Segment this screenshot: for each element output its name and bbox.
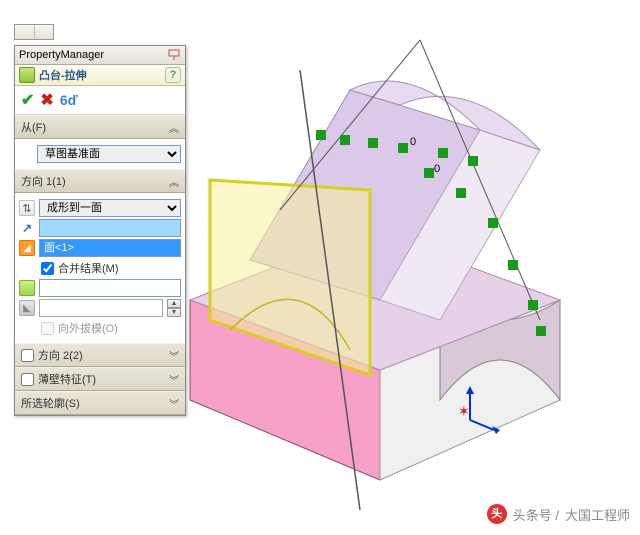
watermark-author: 大国工程师 xyxy=(565,505,630,524)
draft-angle-input[interactable] xyxy=(39,299,163,317)
svg-text:✶: ✶ xyxy=(458,403,470,419)
section-dir2-header[interactable]: 方向 2(2) ︾ xyxy=(15,343,185,367)
dir2-enable-checkbox[interactable] xyxy=(21,349,34,362)
chevron-down-icon: ︾ xyxy=(169,396,179,411)
feature-scope-icon[interactable] xyxy=(19,280,35,296)
section-dir1-header[interactable]: 方向 1(1) ︽ xyxy=(15,169,185,193)
watermark: 头 头条号 / 大国工程师 xyxy=(487,504,630,524)
section-thin-header[interactable]: 薄壁特征(T) ︾ xyxy=(15,367,185,391)
chevron-up-icon: ︽ xyxy=(169,120,179,135)
thin-enable-checkbox[interactable] xyxy=(21,373,34,386)
section-contours-header[interactable]: 所选轮廓(S) ︾ xyxy=(15,391,185,415)
pin-icon[interactable] xyxy=(167,48,181,62)
direction-reference-box[interactable] xyxy=(39,219,181,237)
reverse-direction-button[interactable] xyxy=(19,200,35,216)
section-from-header[interactable]: 从(F) ︽ xyxy=(15,115,185,139)
section-dir1-label: 方向 1(1) xyxy=(21,173,66,189)
feature-title-bar: 凸台-拉伸 ? xyxy=(15,65,185,86)
section-from-body: 草图基准面 xyxy=(15,139,185,169)
property-manager-panel: PropertyManager 凸台-拉伸 ? ✔ ✖ 6ď 从(F) ︽ 草图… xyxy=(14,45,186,416)
cancel-button[interactable]: ✖ xyxy=(40,90,53,110)
pm-title: PropertyManager xyxy=(19,49,104,61)
action-bar: ✔ ✖ 6ď xyxy=(15,86,185,115)
section-dir2-label: 方向 2(2) xyxy=(38,347,83,363)
pm-header: PropertyManager xyxy=(15,46,185,65)
watermark-logo: 头 xyxy=(487,504,507,524)
watermark-prefix: 头条号 / xyxy=(513,505,559,524)
chevron-down-icon: ︾ xyxy=(169,348,179,363)
draft-outward-checkbox xyxy=(41,322,54,335)
section-dir1-body: 成形到一面 面<1> 合并结果(M) ▲▼ 向外拔模(O) xyxy=(15,193,185,343)
from-plane-select[interactable]: 草图基准面 xyxy=(37,145,181,163)
section-thin-label: 薄壁特征(T) xyxy=(38,371,96,387)
face-select-icon xyxy=(19,240,35,256)
section-from-label: 从(F) xyxy=(21,119,46,135)
feature-title: 凸台-拉伸 xyxy=(39,67,87,83)
draft-outward-label: 向外拔模(O) xyxy=(58,320,118,336)
mini-toolbar[interactable] xyxy=(14,24,54,40)
direction-vector-icon[interactable] xyxy=(19,220,35,236)
selected-face-box[interactable]: 面<1> xyxy=(39,239,181,257)
feature-scope-box[interactable] xyxy=(39,279,181,297)
merge-result-label: 合并结果(M) xyxy=(58,260,119,276)
boss-extrude-icon xyxy=(19,67,35,83)
draft-spinner[interactable]: ▲▼ xyxy=(167,299,181,317)
draft-outward-row: 向外拔模(O) xyxy=(19,320,181,336)
draft-icon[interactable] xyxy=(19,300,35,316)
merge-result-row[interactable]: 合并结果(M) xyxy=(19,260,181,276)
merge-result-checkbox[interactable] xyxy=(41,262,54,275)
ok-button[interactable]: ✔ xyxy=(21,90,34,110)
section-contours-label: 所选轮廓(S) xyxy=(21,395,80,411)
dim-0b: 0 xyxy=(434,163,440,175)
end-condition-select[interactable]: 成形到一面 xyxy=(39,199,181,217)
chevron-up-icon: ︽ xyxy=(169,174,179,189)
chevron-down-icon: ︾ xyxy=(169,372,179,387)
detailed-preview-button[interactable]: 6ď xyxy=(60,92,78,108)
help-button[interactable]: ? xyxy=(165,67,181,83)
dim-0a: 0 xyxy=(410,136,416,148)
